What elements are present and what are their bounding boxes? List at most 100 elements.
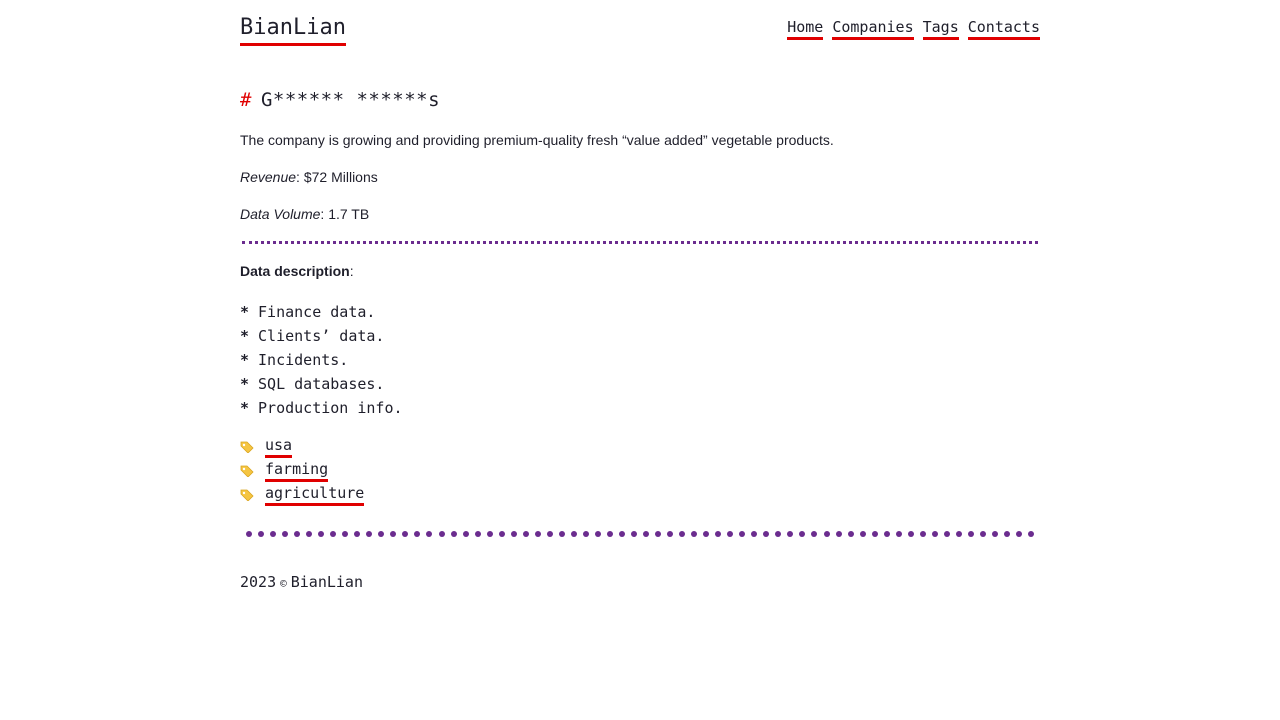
divider-dot — [943, 531, 950, 537]
tag-link-usa[interactable]: usa — [265, 436, 293, 458]
company-description: The company is growing and providing pre… — [240, 132, 834, 148]
data-volume-line: Data Volume: 1.7 TB — [240, 205, 1040, 223]
site-logo-link[interactable]: BianLian — [240, 14, 346, 46]
nav-companies-link[interactable]: Companies — [832, 18, 914, 40]
list-item-text: Incidents. — [258, 351, 349, 369]
tag-item: farming — [240, 459, 1040, 483]
divider-dot — [775, 531, 782, 537]
list-item-text: SQL databases. — [258, 375, 385, 393]
nav-home-link[interactable]: Home — [787, 18, 824, 40]
title-hash: # — [240, 89, 252, 111]
divider-dot — [895, 531, 902, 537]
divider-dot — [1028, 531, 1035, 537]
tag-item: usa — [240, 435, 1040, 459]
list-item: * SQL databases. — [240, 372, 1040, 396]
divider-dot — [594, 531, 601, 537]
page-container: BianLian Home Companies Tags Contacts # G… — [240, 0, 1040, 591]
divider-dot — [330, 531, 337, 537]
divider-dot — [859, 531, 866, 537]
data-description-heading: Data description: — [240, 262, 1040, 280]
divider-dot — [546, 531, 553, 537]
company-name: G****** ******s — [260, 89, 441, 111]
divider-dot — [498, 531, 505, 537]
divider-dot — [342, 531, 349, 537]
list-bullet: * — [240, 351, 250, 369]
tag-icon — [240, 489, 254, 501]
nav-tags-link[interactable]: Tags — [922, 18, 959, 40]
divider-dot — [354, 531, 361, 537]
divider-dot — [751, 531, 758, 537]
list-bullet: * — [240, 399, 250, 417]
revenue-line: Revenue: $72 Millions — [240, 168, 1040, 186]
divider-dot — [1003, 531, 1010, 537]
divider-dot — [318, 531, 325, 537]
data-description-label: Data description — [240, 263, 350, 279]
divider-dot — [306, 531, 313, 537]
divider-dot — [979, 531, 986, 537]
list-item-text: Finance data. — [258, 303, 376, 321]
divider-dot — [931, 531, 938, 537]
section-divider — [242, 241, 1038, 244]
divider-dot — [606, 531, 613, 537]
divider-dot — [727, 531, 734, 537]
divider-dot — [390, 531, 397, 537]
site-footer: 2023 © BianLian — [240, 573, 1040, 591]
divider-dot — [294, 531, 301, 537]
list-bullet: * — [240, 327, 250, 345]
footer-divider — [240, 531, 1040, 541]
divider-dot — [438, 531, 445, 537]
divider-dot — [570, 531, 577, 537]
list-item: * Production info. — [240, 396, 1040, 420]
divider-dot — [919, 531, 926, 537]
divider-dot — [486, 531, 493, 537]
divider-dot — [462, 531, 469, 537]
copyright-symbol: © — [280, 577, 287, 590]
footer-year: 2023 — [240, 573, 277, 591]
main-nav: Home Companies Tags Contacts — [787, 18, 1040, 40]
divider-dot — [679, 531, 686, 537]
divider-dot — [246, 531, 252, 537]
divider-dot — [835, 531, 842, 537]
divider-dot — [847, 531, 854, 537]
tag-link-farming[interactable]: farming — [265, 460, 329, 482]
site-header: BianLian Home Companies Tags Contacts — [240, 14, 1040, 62]
divider-dot — [871, 531, 878, 537]
revenue-value: : $72 Millions — [296, 169, 378, 185]
tag-list: usa farming agriculture — [240, 435, 1040, 507]
divider-dot — [703, 531, 710, 537]
divider-dot — [811, 531, 818, 537]
divider-dot — [991, 531, 998, 537]
divider-dot — [799, 531, 806, 537]
divider-dot — [450, 531, 457, 537]
divider-dot — [823, 531, 830, 537]
divider-dot — [883, 531, 890, 537]
list-item: * Finance data. — [240, 300, 1040, 324]
tag-link-agriculture[interactable]: agriculture — [265, 484, 365, 506]
divider-dot — [618, 531, 625, 537]
tag-icon — [240, 441, 254, 453]
list-item: * Clients’ data. — [240, 324, 1040, 348]
divider-dot — [691, 531, 698, 537]
list-item: * Incidents. — [240, 348, 1040, 372]
nav-contacts-link[interactable]: Contacts — [967, 18, 1040, 40]
divider-dot — [282, 531, 289, 537]
divider-dot — [366, 531, 373, 537]
data-description-list: * Finance data. * Clients’ data. * Incident… — [240, 300, 1040, 420]
divider-dot — [522, 531, 529, 537]
divider-dot — [426, 531, 433, 537]
divider-dot — [643, 531, 650, 537]
revenue-label: Revenue — [240, 169, 297, 185]
divider-dot — [474, 531, 481, 537]
divider-dot — [667, 531, 674, 537]
divider-dot — [270, 531, 277, 537]
divider-dot — [763, 531, 770, 537]
list-item-text: Production info. — [258, 399, 403, 417]
divider-dot — [558, 531, 565, 537]
data-volume-value: : 1.7 TB — [320, 206, 370, 222]
list-bullet: * — [240, 375, 250, 393]
divider-dot — [402, 531, 409, 537]
divider-dot — [510, 531, 517, 537]
divider-dot — [534, 531, 541, 537]
divider-dot — [967, 531, 974, 537]
list-bullet: * — [240, 303, 250, 321]
